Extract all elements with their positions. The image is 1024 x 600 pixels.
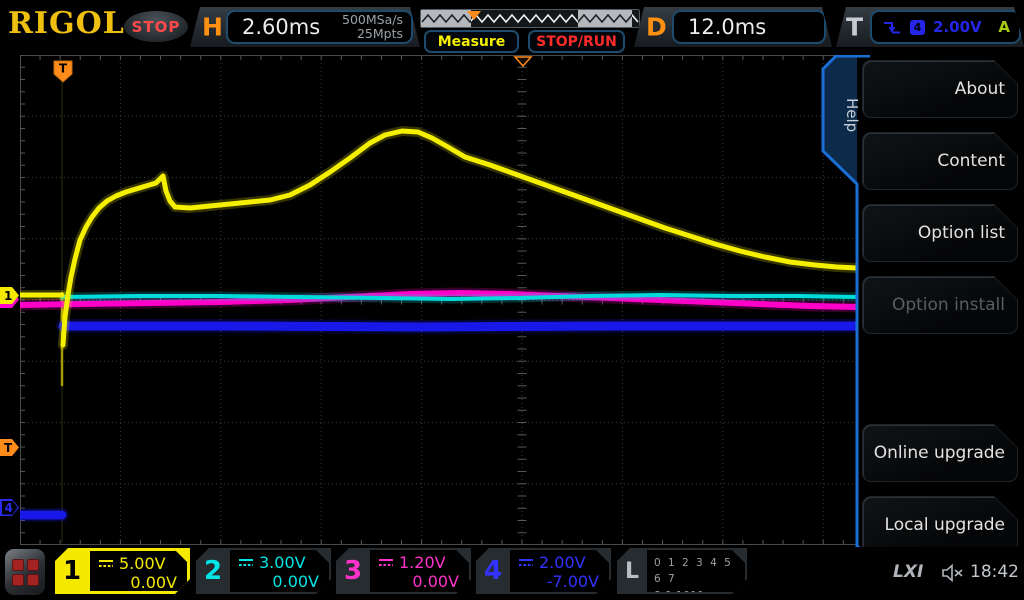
help-menu-panel: About Content Option list Option install… bbox=[858, 55, 1024, 560]
logic-channels-status[interactable]: L 0 1 2 3 4 5 6 7 8 9 1011 12131415 bbox=[617, 548, 747, 594]
dc-coupling-icon bbox=[238, 558, 254, 567]
sample-rate: 500MSa/s bbox=[342, 11, 403, 27]
grid-dot bbox=[11, 558, 24, 571]
dc-coupling-icon bbox=[378, 558, 394, 567]
clock: 18:42 bbox=[970, 562, 1019, 582]
channel4-number: 4 bbox=[483, 556, 503, 586]
timebase-box[interactable]: 2.60ms 500MSa/s 25Mpts bbox=[226, 10, 413, 44]
timebase-value: 2.60ms bbox=[242, 15, 321, 39]
channel1-values: 5.00V 0.00V bbox=[89, 550, 188, 592]
menu-button-local-upgrade[interactable]: Local upgrade bbox=[862, 496, 1018, 554]
channel2-number: 2 bbox=[203, 556, 223, 586]
trigger-box[interactable]: 4 2.00V A bbox=[870, 10, 1021, 44]
ch1-marker-label: 1 bbox=[4, 288, 13, 303]
stop-run-button[interactable]: STOP/RUN bbox=[528, 30, 625, 53]
menu-button-option-list[interactable]: Option list bbox=[862, 204, 1018, 262]
acquisition-info: 500MSa/s 25Mpts bbox=[342, 13, 403, 42]
logic-channel-list: 0 1 2 3 4 5 6 7 8 9 1011 12131415 bbox=[647, 550, 745, 592]
menu-button-label: Online upgrade bbox=[873, 443, 1005, 463]
delay-box[interactable]: 12.0ms bbox=[672, 10, 826, 44]
logic-row1: 0 1 2 3 4 5 6 7 bbox=[654, 557, 733, 586]
ch4-offset-marker[interactable]: 4 bbox=[0, 499, 19, 516]
rigol-logo: RIGOL bbox=[8, 6, 125, 41]
channel3-number: 3 bbox=[343, 556, 363, 586]
falling-edge-icon bbox=[882, 17, 902, 37]
delay-panel: D 12.0ms bbox=[634, 7, 832, 47]
trigger-mode: A bbox=[998, 18, 1010, 36]
speaker-muted-icon[interactable] bbox=[941, 563, 965, 583]
menu-button-label: Option install bbox=[891, 295, 1005, 315]
lxi-indicator: LXI bbox=[893, 562, 924, 582]
grid-dot bbox=[26, 573, 39, 586]
trigger-level-value: 2.00V bbox=[933, 18, 982, 36]
bottom-status-bar: 1 5.00V 0.00V 2 3.00V 0.00V 3 1.20V 0.00… bbox=[0, 547, 1024, 600]
horizontal-label: H bbox=[202, 12, 223, 42]
waveform-traces bbox=[14, 81, 864, 543]
channel1-number: 1 bbox=[62, 556, 82, 586]
channel2-scale: 3.00V bbox=[259, 552, 306, 572]
ch4-marker-label: 4 bbox=[4, 500, 13, 515]
menu-button-label: About bbox=[954, 79, 1005, 99]
channel4-status[interactable]: 4 2.00V -7.00V bbox=[476, 548, 611, 594]
channel3-values: 1.20V 0.00V bbox=[370, 550, 469, 592]
delay-label: D bbox=[646, 12, 667, 42]
menu-button-option-install: Option install bbox=[862, 276, 1018, 334]
menu-button-content[interactable]: Content bbox=[862, 132, 1018, 190]
top-status-bar: RIGOL STOP H 2.60ms 500MSa/s 25Mpts Meas… bbox=[0, 0, 1024, 55]
memory-position-bar[interactable] bbox=[420, 9, 640, 28]
channel2-values: 3.00V 0.00V bbox=[230, 550, 329, 592]
channel4-values: 2.00V -7.00V bbox=[510, 550, 609, 592]
channel2-status[interactable]: 2 3.00V 0.00V bbox=[196, 548, 331, 594]
delay-position-triangle-icon[interactable] bbox=[513, 56, 533, 68]
measure-label: Measure bbox=[437, 33, 506, 50]
trigger-source-badge: 4 bbox=[910, 20, 925, 35]
menu-button-about[interactable]: About bbox=[862, 60, 1018, 118]
channel1-offset: 0.00V bbox=[130, 573, 177, 592]
measure-button[interactable]: Measure bbox=[424, 30, 519, 53]
grid-dot bbox=[11, 573, 24, 586]
channel3-offset: 0.00V bbox=[412, 572, 459, 591]
dc-coupling-icon bbox=[98, 559, 114, 568]
stop-run-label: STOP/RUN bbox=[536, 33, 617, 50]
menu-grid-button[interactable] bbox=[5, 549, 45, 595]
channel4-scale: 2.00V bbox=[539, 552, 586, 572]
trigger-marker-label: T bbox=[4, 440, 13, 455]
horizontal-panel: H 2.60ms 500MSa/s 25Mpts bbox=[190, 7, 420, 47]
menu-button-label: Local upgrade bbox=[884, 515, 1005, 535]
channel2-offset: 0.00V bbox=[272, 572, 319, 591]
channel4-offset: -7.00V bbox=[546, 572, 599, 591]
dc-coupling-icon bbox=[518, 558, 534, 567]
trigger-panel: T 4 2.00V A bbox=[836, 7, 1024, 47]
channel3-scale: 1.20V bbox=[399, 552, 446, 572]
logic-label: L bbox=[624, 558, 640, 584]
run-state-badge: STOP bbox=[124, 11, 188, 42]
trigger-label: T bbox=[846, 12, 864, 42]
trigger-flag-label: T bbox=[59, 62, 68, 76]
trigger-position-flag[interactable]: T bbox=[53, 60, 73, 83]
logic-row2: 8 9 1011 12131415 bbox=[654, 589, 705, 600]
channel1-status[interactable]: 1 5.00V 0.00V bbox=[55, 548, 190, 594]
trigger-level-marker[interactable]: T bbox=[0, 439, 19, 456]
menu-button-label: Option list bbox=[917, 223, 1005, 243]
memory-depth: 25Mpts bbox=[356, 26, 403, 41]
delay-value: 12.0ms bbox=[688, 15, 767, 39]
channel3-status[interactable]: 3 1.20V 0.00V bbox=[336, 548, 471, 594]
menu-button-label: Content bbox=[937, 151, 1005, 171]
menu-button-online-upgrade[interactable]: Online upgrade bbox=[862, 424, 1018, 482]
grid-dot bbox=[26, 558, 39, 571]
channel1-scale: 5.00V bbox=[119, 553, 166, 573]
oscilloscope-screen: T 1 T 4 Help About Content Option list O… bbox=[0, 0, 1024, 600]
